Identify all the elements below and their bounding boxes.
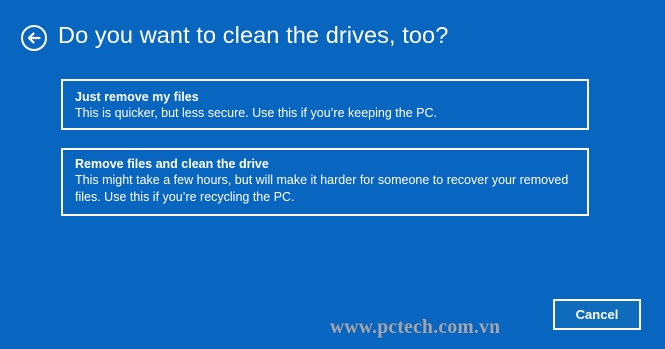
cancel-button[interactable]: Cancel xyxy=(553,299,641,330)
back-button[interactable] xyxy=(21,25,47,51)
option-description: This is quicker, but less secure. Use th… xyxy=(75,106,437,120)
option-just-remove-files[interactable]: Just remove my files This is quicker, bu… xyxy=(61,79,589,130)
watermark: www.pctech.com.vn xyxy=(330,317,501,338)
option-title: Remove files and clean the drive xyxy=(75,157,269,171)
option-description: This might take a few hours, but will ma… xyxy=(75,173,569,204)
option-remove-and-clean-drive[interactable]: Remove files and clean the drive This mi… xyxy=(61,148,589,216)
option-title: Just remove my files xyxy=(75,90,199,104)
arrow-left-icon xyxy=(27,32,41,44)
page-title: Do you want to clean the drives, too? xyxy=(58,22,449,48)
